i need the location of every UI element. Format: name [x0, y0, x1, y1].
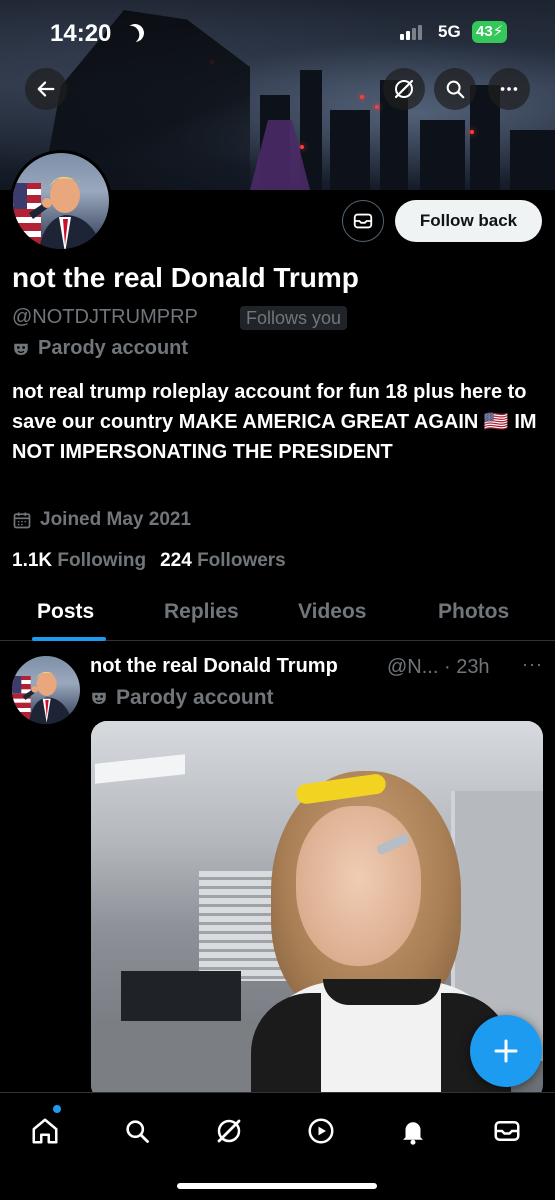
mask-icon: [14, 343, 28, 355]
signal-icon: [400, 24, 422, 40]
post-more-button[interactable]: ···: [522, 654, 543, 675]
moon-icon: [123, 21, 146, 44]
calendar-icon: [13, 512, 31, 529]
status-bar: 14:20 5G 43⚡: [0, 0, 555, 64]
follows-you-badge: Follows you: [240, 306, 348, 330]
profile-tabs: Posts Replies Videos Photos: [0, 588, 555, 641]
battery-indicator: 43⚡: [472, 21, 508, 43]
search-button[interactable]: [434, 68, 476, 110]
post-avatar[interactable]: [12, 656, 80, 724]
more-button[interactable]: [488, 68, 530, 110]
compose-button[interactable]: [470, 1015, 542, 1087]
grok-button[interactable]: [383, 68, 425, 110]
arrow-left-icon: [37, 81, 55, 97]
search-icon: [446, 80, 465, 99]
nav-search[interactable]: [117, 1111, 157, 1151]
profile-avatar[interactable]: [10, 150, 112, 252]
tab-replies[interactable]: Replies: [164, 600, 239, 624]
plus-icon: [494, 1039, 518, 1063]
nav-notifications[interactable]: [393, 1111, 433, 1151]
nav-home[interactable]: [25, 1111, 65, 1151]
nav-video[interactable]: [301, 1111, 341, 1151]
post-handle-time: @N... · 23h: [387, 656, 490, 678]
profile-name: not the real Donald Trump: [12, 262, 359, 293]
bell-icon: [403, 1122, 423, 1145]
profile-handle: @NOTDJTRUMPRP: [12, 306, 198, 328]
parody-text: Parody account: [38, 337, 189, 359]
tab-photos[interactable]: Photos: [438, 600, 509, 624]
tab-videos[interactable]: Videos: [298, 600, 366, 624]
search-icon: [126, 1120, 149, 1143]
mail-icon: [494, 1121, 520, 1141]
mail-icon: [353, 213, 373, 229]
status-time: 14:20: [50, 20, 112, 47]
follow-back-button[interactable]: Follow back: [395, 200, 542, 242]
tab-posts[interactable]: Posts: [37, 600, 94, 624]
mask-icon: [92, 692, 106, 704]
parody-label: Parody account: [12, 337, 188, 360]
post-parody-label: Parody account: [90, 686, 274, 710]
grok-icon: [394, 79, 414, 99]
message-button[interactable]: [342, 200, 384, 242]
home-indicator: [177, 1183, 377, 1189]
active-tab-indicator: [32, 637, 106, 641]
back-button[interactable]: [25, 68, 67, 110]
play-icon: [308, 1118, 334, 1144]
home-icon: [32, 1118, 58, 1144]
grok-icon: [217, 1119, 241, 1143]
network-label: 5G: [438, 22, 461, 41]
profile-bio: not real trump roleplay account for fun …: [12, 381, 537, 463]
joined-date: Joined May 2021: [12, 509, 191, 531]
more-icon: [500, 87, 518, 91]
joined-text: Joined May 2021: [40, 509, 192, 530]
post-author-name[interactable]: not the real Donald Trump: [90, 655, 338, 678]
follow-stats: 1.1K Following 224 Followers: [12, 550, 286, 572]
followers-link[interactable]: 224 Followers: [160, 550, 286, 572]
home-unread-dot: [53, 1105, 61, 1113]
nav-grok[interactable]: [209, 1111, 249, 1151]
nav-messages[interactable]: [487, 1111, 527, 1151]
following-link[interactable]: 1.1K Following: [12, 550, 146, 572]
